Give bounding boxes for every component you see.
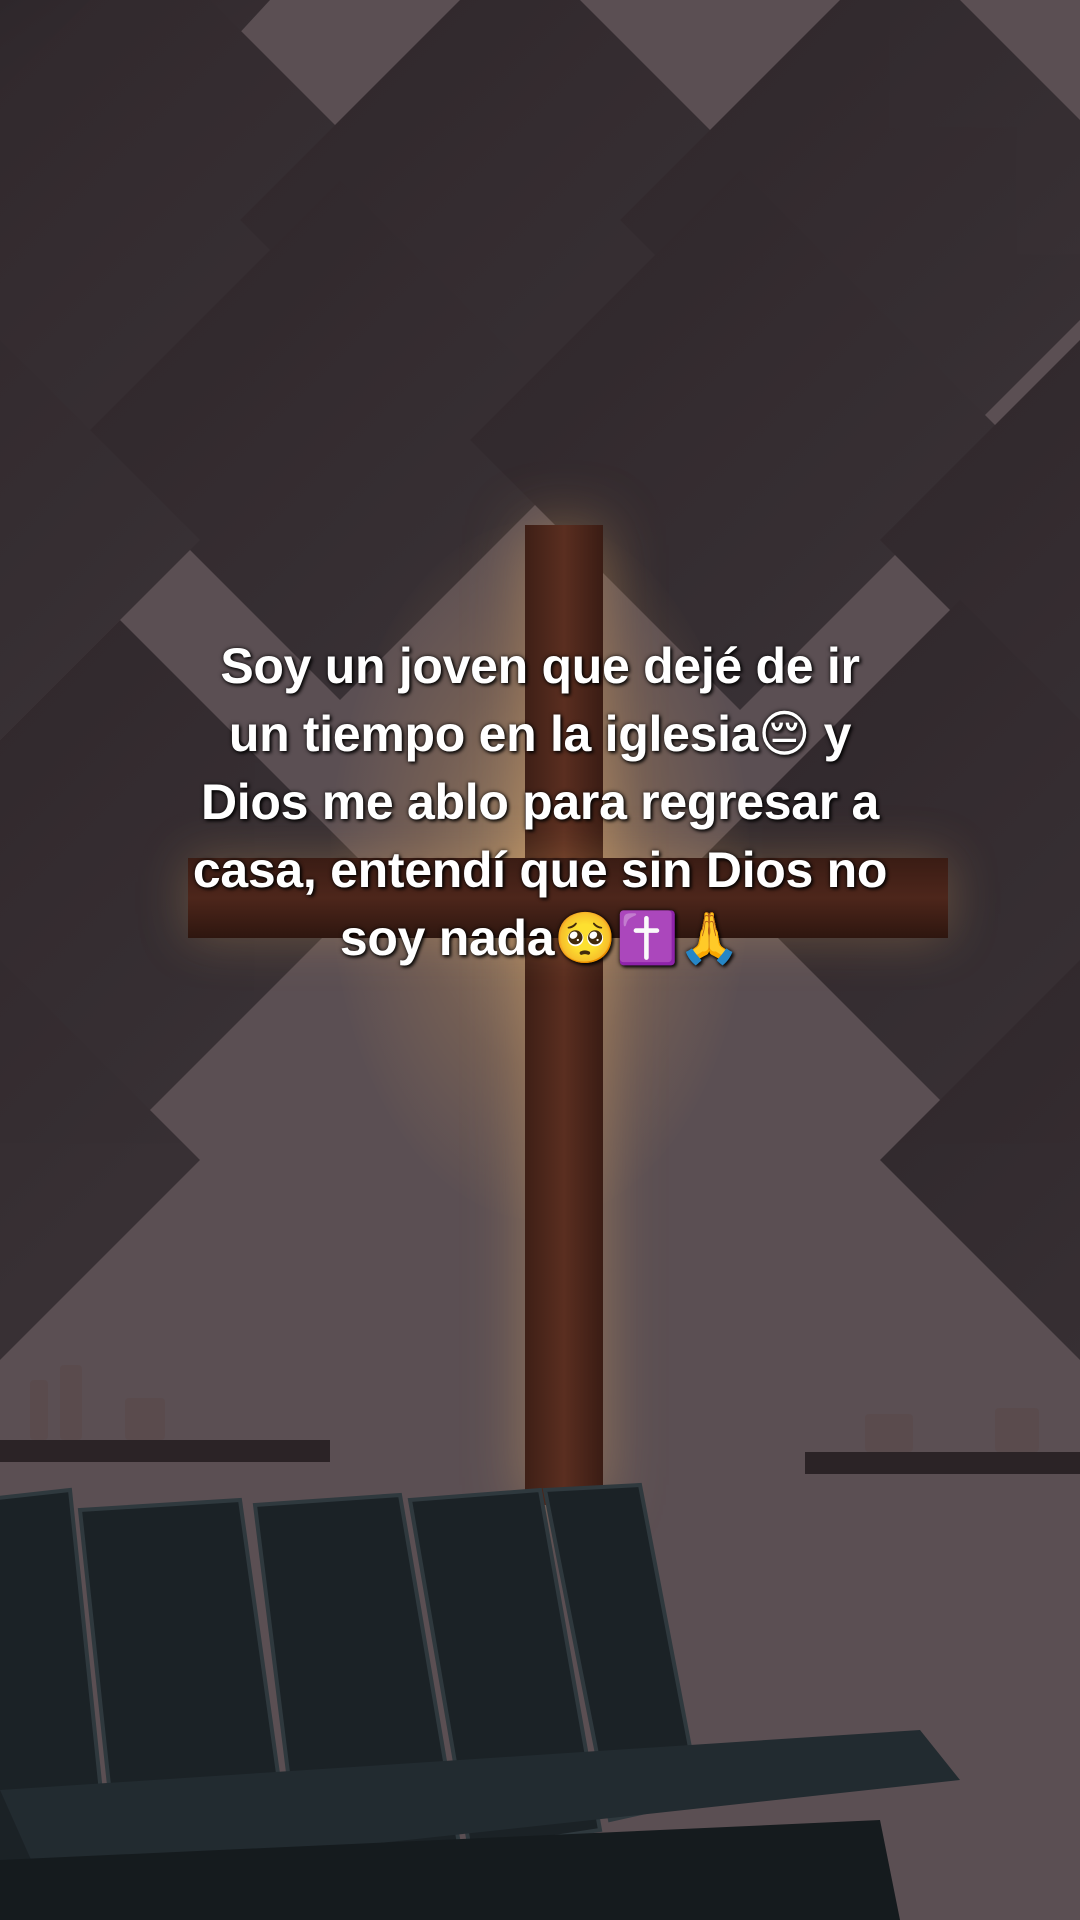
candle [30,1380,48,1440]
caption-line: un tiempo en la iglesia😔 y [228,706,852,762]
caption-line: casa, entendí que sin Dios no [192,842,888,898]
candle [865,1414,913,1452]
candle [125,1398,165,1440]
chairs-graphic [0,1482,960,1920]
candle [995,1408,1039,1452]
caption-line: Soy un joven que dejé de ir [220,638,860,694]
caption-line: soy nada🥺✝️🙏 [339,910,741,966]
caption-overlay: Soy un joven que dejé de ir un tiempo en… [120,632,960,972]
caption-line: Dios me ablo para regresar a [200,774,880,830]
church-chairs [0,1460,1080,1920]
candle [60,1365,82,1440]
video-frame[interactable]: Soy un joven que dejé de ir un tiempo en… [0,0,1080,1920]
wall-shelf-left [0,1365,330,1462]
